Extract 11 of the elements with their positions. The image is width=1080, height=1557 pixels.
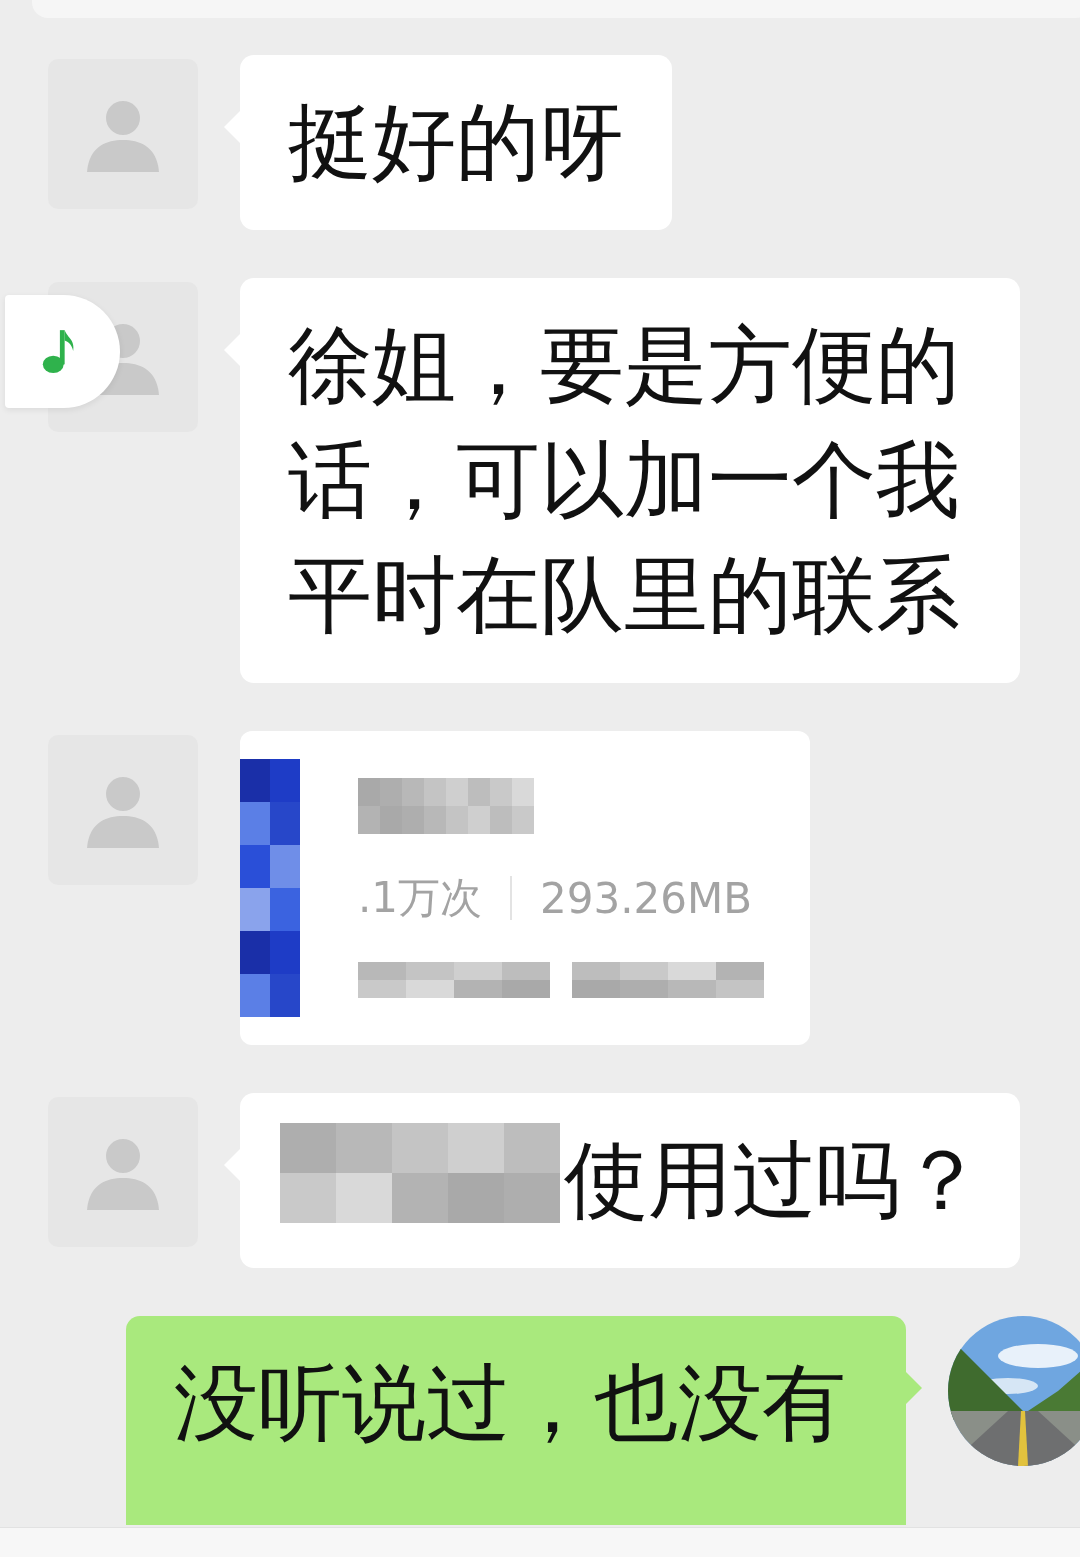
message-bubble[interactable]: 挺好的呀 <box>240 55 672 230</box>
avatar[interactable] <box>48 59 198 209</box>
message-bubble[interactable]: 使用过吗？ <box>240 1093 1020 1268</box>
message-text: 使用过吗？ <box>564 1130 984 1231</box>
avatar[interactable] <box>48 735 198 885</box>
file-size: 293.26MB <box>540 873 753 923</box>
message-bubble[interactable]: 徐姐，要是方便的话，可以加一个我平时在队里的联系 <box>240 278 1020 683</box>
download-count: .1万次 <box>358 872 483 924</box>
bubble-tail <box>906 1372 922 1404</box>
message-bubble[interactable]: 没听说过，也没有 <box>126 1316 906 1525</box>
avatar[interactable] <box>48 1097 198 1247</box>
